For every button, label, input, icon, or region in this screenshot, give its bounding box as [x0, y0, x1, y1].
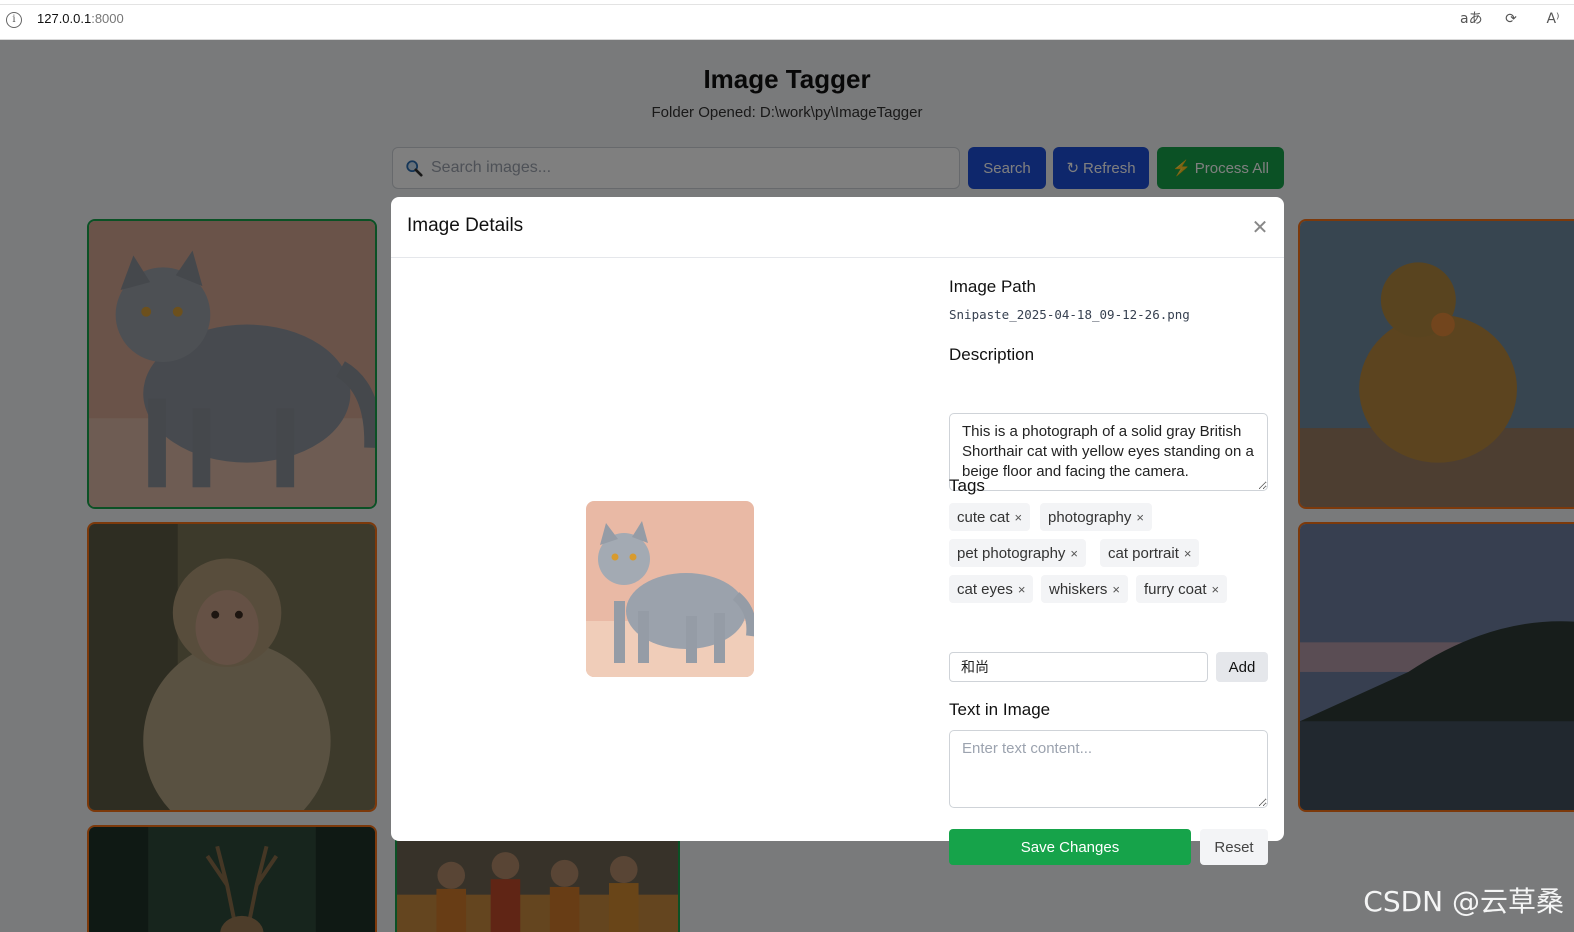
add-tag-button[interactable]: Add — [1216, 652, 1268, 682]
site-info-icon[interactable]: i — [6, 12, 22, 28]
tag-chip: whiskers × — [1041, 575, 1128, 603]
browser-top-border — [0, 4, 1574, 5]
tag-chip: cute cat × — [949, 503, 1031, 531]
tag-text: cute cat — [957, 508, 1010, 526]
browser-toolbar: a⁠あ ⟳ A⁾ — [1460, 9, 1562, 29]
read-aloud-icon[interactable]: A⁾ — [1544, 9, 1562, 29]
save-changes-button[interactable]: Save Changes — [949, 829, 1191, 865]
refresh-browser-icon[interactable]: ⟳ — [1502, 9, 1520, 29]
tag-text: whiskers — [1049, 580, 1108, 598]
remove-tag-icon[interactable]: × — [1212, 582, 1220, 597]
description-label: Description — [949, 345, 1035, 364]
tag-text: furry coat — [1144, 580, 1207, 598]
remove-tag-icon[interactable]: × — [1184, 546, 1192, 561]
app-page: Image Tagger Folder Opened: D:\work\py\I… — [0, 40, 1574, 932]
tag-chip: pet photography × — [949, 539, 1087, 567]
cat-preview-image — [586, 501, 754, 677]
tags-label: Tags — [949, 476, 985, 495]
tag-chip: cat portrait × — [1100, 539, 1200, 567]
image-path-label: Image Path — [949, 277, 1036, 296]
url-port: :8000 — [91, 11, 124, 26]
url-field[interactable]: 127.0.0.1:8000 — [37, 11, 124, 26]
image-path-value: Snipaste_2025-04-18_09-12-26.png — [949, 307, 1190, 322]
remove-tag-icon[interactable]: × — [1112, 582, 1120, 597]
modal-title: Image Details — [407, 215, 524, 236]
text-in-image-textarea[interactable] — [949, 730, 1268, 808]
tag-text: pet photography — [957, 544, 1066, 562]
tag-chip: cat eyes × — [949, 575, 1034, 603]
remove-tag-icon[interactable]: × — [1015, 510, 1023, 525]
tag-text: cat portrait — [1108, 544, 1179, 562]
reset-button[interactable]: Reset — [1200, 829, 1268, 865]
browser-address-bar: i 127.0.0.1:8000 a⁠あ ⟳ A⁾ — [0, 0, 1574, 40]
description-textarea[interactable]: This is a photograph of a solid gray Bri… — [949, 413, 1268, 491]
new-tag-input[interactable] — [949, 652, 1208, 682]
tag-text: photography — [1048, 508, 1132, 526]
close-icon[interactable]: ✕ — [1250, 217, 1270, 237]
modal-header: Image Details ✕ — [391, 197, 1284, 258]
image-details-modal: Image Details ✕ Image Path Snipaste_2025… — [391, 197, 1284, 865]
tag-text: cat eyes — [957, 580, 1013, 598]
translate-icon[interactable]: a⁠あ — [1460, 9, 1483, 29]
text-in-image-label: Text in Image — [949, 700, 1051, 719]
image-preview — [586, 501, 754, 677]
tag-chip: photography × — [1040, 503, 1152, 531]
tag-chip: furry coat × — [1136, 575, 1228, 603]
remove-tag-icon[interactable]: × — [1018, 582, 1026, 597]
remove-tag-icon[interactable]: × — [1070, 546, 1078, 561]
url-host: 127.0.0.1 — [37, 11, 92, 26]
remove-tag-icon[interactable]: × — [1136, 510, 1144, 525]
watermark-text: CSDN @云草桑 — [1363, 885, 1564, 918]
